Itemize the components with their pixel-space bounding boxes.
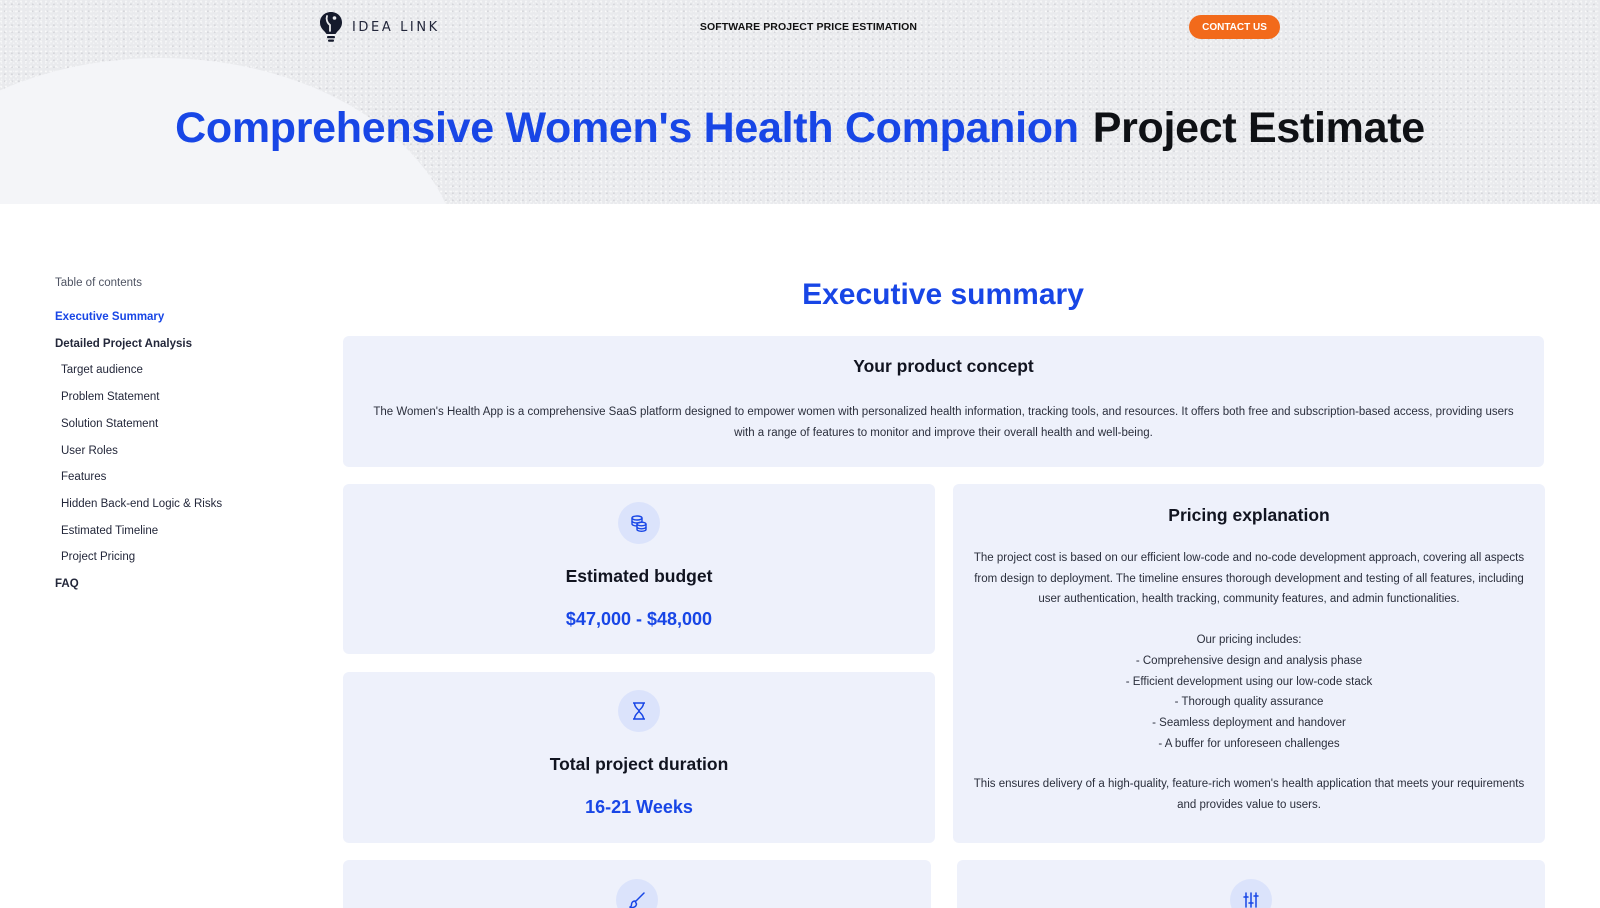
list-item: - A buffer for unforeseen challenges xyxy=(1158,737,1340,750)
pricing-list-title: Our pricing includes: xyxy=(1196,634,1302,647)
pricing-explanation-card: Pricing explanation The project cost is … xyxy=(953,484,1545,843)
toc-item-project-pricing[interactable]: Project Pricing xyxy=(55,544,315,571)
sliders-icon xyxy=(1230,879,1272,908)
toc-item-problem-statement[interactable]: Problem Statement xyxy=(55,384,315,411)
site-title: SOFTWARE PROJECT PRICE ESTIMATION xyxy=(699,21,918,33)
product-concept-text: The Women's Health App is a comprehensiv… xyxy=(373,406,1514,439)
estimated-budget-card: Estimated budget $47,000 - $48,000 xyxy=(343,484,935,654)
toc-title: Table of contents xyxy=(55,277,142,289)
toc-item-estimated-timeline[interactable]: Estimated Timeline xyxy=(55,518,315,545)
product-concept-card: Your product concept The Women's Health … xyxy=(343,336,1544,467)
project-duration-card: Total project duration 16-21 Weeks xyxy=(343,672,935,843)
project-duration-value: 16-21 Weeks xyxy=(585,797,693,817)
project-duration-title: Total project duration xyxy=(549,754,729,774)
estimated-budget-title: Estimated budget xyxy=(565,566,713,586)
product-concept-title: Your product concept xyxy=(853,356,1034,376)
hourglass-icon xyxy=(618,690,660,732)
list-item: - Efficient development using our low-co… xyxy=(1125,675,1373,688)
pricing-footer-text: This ensures delivery of a high-quality,… xyxy=(973,778,1525,812)
design-card xyxy=(343,860,931,908)
toc-item-features[interactable]: Features xyxy=(55,464,315,491)
list-item: - Thorough quality assurance xyxy=(1174,696,1324,709)
list-item: - Seamless deployment and handover xyxy=(1152,716,1346,729)
pricing-intro-text: The project cost is based on our efficie… xyxy=(973,552,1525,606)
toc-item-user-roles[interactable]: User Roles xyxy=(55,438,315,465)
brush-icon xyxy=(616,879,658,908)
toc-item-hidden-backend-logic[interactable]: Hidden Back-end Logic & Risks xyxy=(55,491,315,518)
estimated-budget-value: $47,000 - $48,000 xyxy=(565,609,713,629)
toc-item-executive-summary[interactable]: Executive Summary xyxy=(55,304,315,331)
page-title-rest: Project Estimate xyxy=(1092,104,1425,152)
pricing-includes-list: Our pricing includes: - Comprehensive de… xyxy=(953,630,1545,754)
pricing-explanation-title: Pricing explanation xyxy=(1168,505,1330,525)
toc-item-detailed-project-analysis[interactable]: Detailed Project Analysis xyxy=(55,331,315,358)
toc-item-target-audience[interactable]: Target audience xyxy=(55,357,315,384)
table-of-contents: Table of contents Executive Summary Deta… xyxy=(55,277,315,598)
section-title: Executive summary xyxy=(802,278,1084,311)
page-title-highlight: Comprehensive Women's Health Companion xyxy=(175,104,1079,152)
hero-banner: IDEA LINK SOFTWARE PROJECT PRICE ESTIMAT… xyxy=(0,0,1600,204)
toc-item-faq[interactable]: FAQ xyxy=(55,571,315,598)
contact-us-button[interactable]: CONTACT US xyxy=(1189,15,1280,39)
settings-card xyxy=(957,860,1545,908)
toc-item-solution-statement[interactable]: Solution Statement xyxy=(55,411,315,438)
coins-icon xyxy=(618,502,660,544)
list-item: - Comprehensive design and analysis phas… xyxy=(1135,654,1363,667)
page-title: Comprehensive Women's Health Companion Pr… xyxy=(0,104,1600,153)
